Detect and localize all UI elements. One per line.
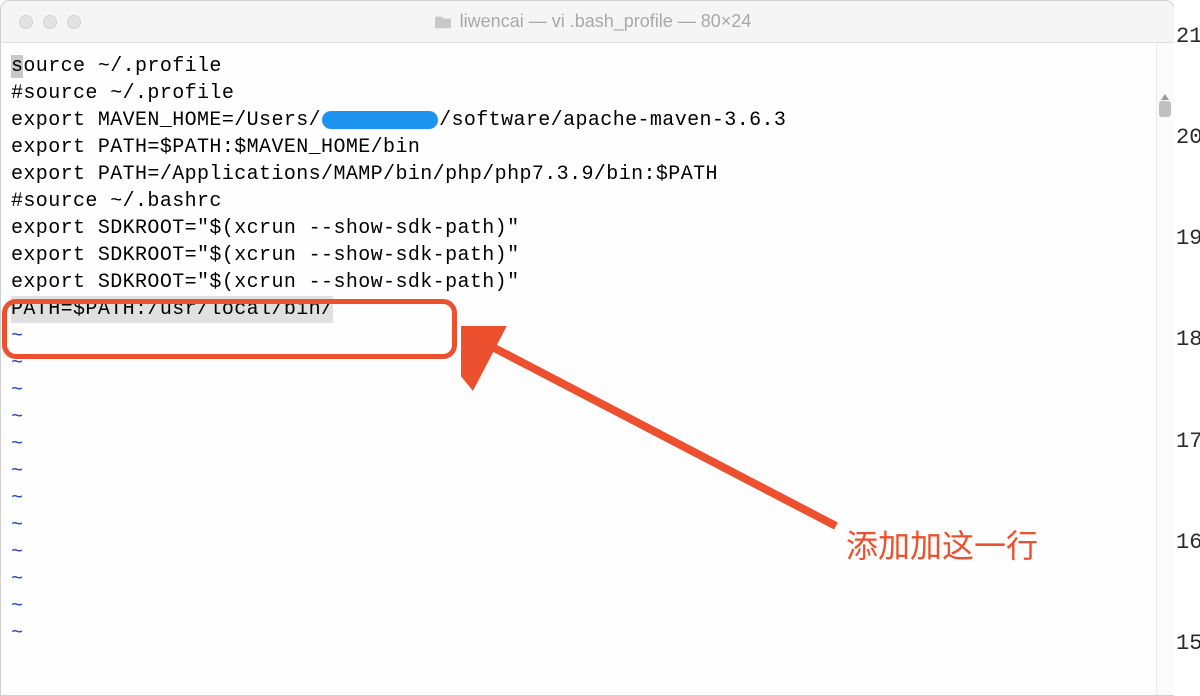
tilde-line: ~ (11, 404, 1174, 431)
editor-line: export PATH=/Applications/MAMP/bin/php/p… (11, 161, 1174, 188)
tilde-line: ~ (11, 485, 1174, 512)
side-number: 17 (1174, 429, 1200, 454)
scroll-up-icon[interactable] (1160, 89, 1170, 99)
close-icon[interactable] (19, 15, 33, 29)
titlebar: liwencai — vi .bash_profile — 80×24 (1, 1, 1174, 43)
folder-icon (434, 14, 452, 30)
traffic-lights (19, 15, 81, 29)
editor-line: export SDKROOT="$(xcrun --show-sdk-path)… (11, 242, 1174, 269)
tilde-line: ~ (11, 350, 1174, 377)
editor-line: export MAVEN_HOME=/Users//software/apach… (11, 107, 1174, 134)
zoom-icon[interactable] (67, 15, 81, 29)
tilde-line: ~ (11, 377, 1174, 404)
side-number: 19 (1174, 226, 1200, 251)
editor-line: export PATH=$PATH:$MAVEN_HOME/bin (11, 134, 1174, 161)
annotation-label: 添加加这一行 (846, 521, 1038, 567)
side-number: 15 (1174, 631, 1200, 656)
tilde-line: ~ (11, 593, 1174, 620)
side-number: 18 (1174, 327, 1200, 352)
side-number: 16 (1174, 530, 1200, 555)
title-wrap: liwencai — vi .bash_profile — 80×24 (81, 11, 1174, 32)
editor-line: #source ~/.profile (11, 80, 1174, 107)
editor-line: PATH=$PATH:/usr/local/bin/ (11, 296, 1174, 323)
tilde-line: ~ (11, 458, 1174, 485)
side-number: 21 (1174, 24, 1200, 49)
minimize-icon[interactable] (43, 15, 57, 29)
scrollbar-track[interactable] (1156, 43, 1174, 695)
tilde-line: ~ (11, 323, 1174, 350)
side-number: 20 (1174, 125, 1200, 150)
terminal-window: liwencai — vi .bash_profile — 80×24 sour… (0, 0, 1175, 696)
editor-line: export SDKROOT="$(xcrun --show-sdk-path)… (11, 215, 1174, 242)
tilde-line: ~ (11, 566, 1174, 593)
tilde-line: ~ (11, 620, 1174, 647)
redacted-text (322, 111, 438, 129)
editor-line: #source ~/.bashrc (11, 188, 1174, 215)
window-title: liwencai — vi .bash_profile — 80×24 (460, 11, 752, 32)
scrollbar-handle[interactable] (1159, 101, 1171, 117)
tilde-line: ~ (11, 431, 1174, 458)
side-numbers: 21 20 19 18 17 16 15 (1174, 0, 1200, 696)
editor-line: export SDKROOT="$(xcrun --show-sdk-path)… (11, 269, 1174, 296)
editor-line: source ~/.profile (11, 53, 1174, 80)
